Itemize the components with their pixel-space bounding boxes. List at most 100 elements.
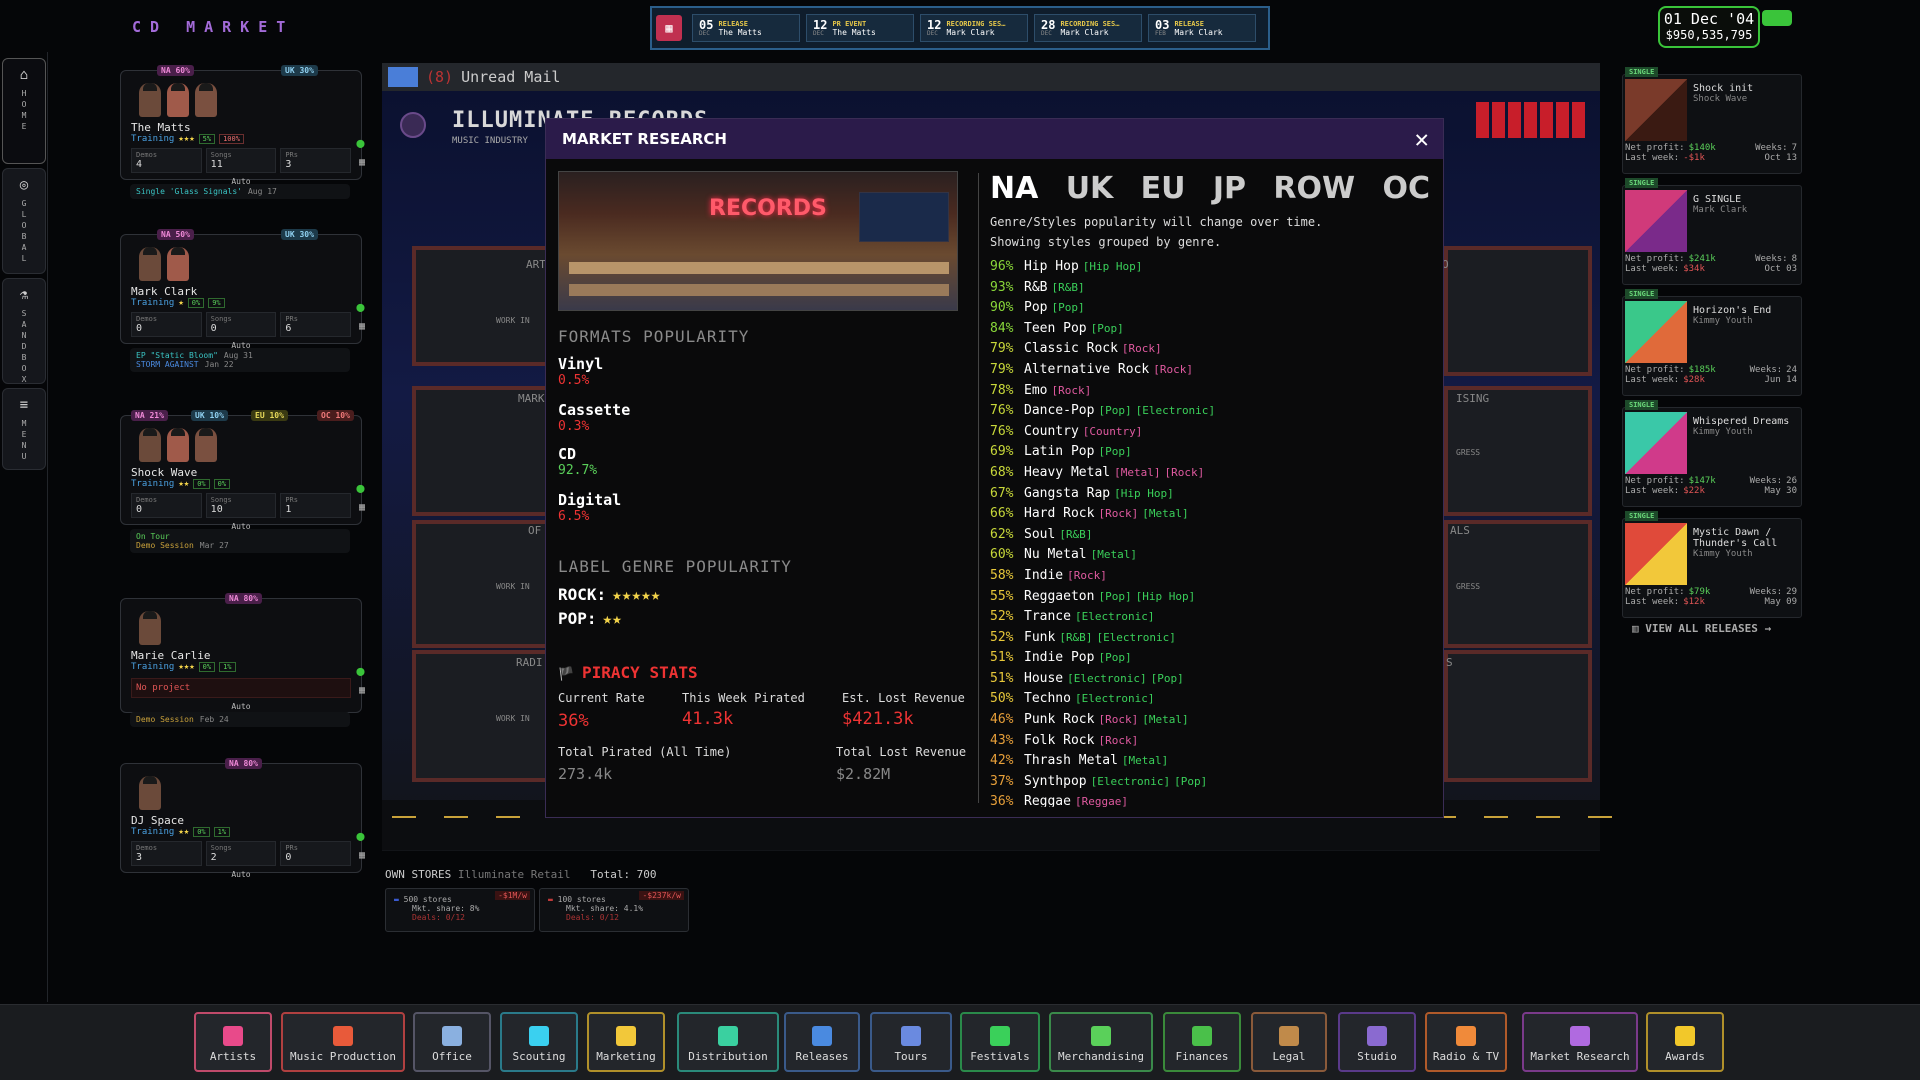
region-tab-oc[interactable]: OC xyxy=(1382,171,1430,206)
activity-text: STORM AGAINST xyxy=(136,360,199,369)
style-name: Indie Pop xyxy=(1024,650,1095,666)
weeks: 26 xyxy=(1786,476,1797,486)
store-deals: Deals: 0/12 xyxy=(566,913,619,922)
own-stores-total: Total: 700 xyxy=(590,868,657,881)
nav-menu[interactable]: ≡ MENU xyxy=(2,388,46,470)
office-room[interactable] xyxy=(1444,650,1592,782)
office-room[interactable] xyxy=(412,520,560,648)
advance-time-icon[interactable] xyxy=(1762,10,1792,26)
floor-label: ISING xyxy=(1456,392,1490,405)
artist-card[interactable]: NA 21% UK 10% EU 10% OC 10% Shock Wave Traini… xyxy=(120,410,365,531)
toolbar-music-production-button[interactable]: Music Production xyxy=(281,1012,405,1072)
genre-tag: [Rock] xyxy=(1051,384,1091,397)
auto-toggle[interactable]: Auto xyxy=(131,870,351,879)
date-money-box[interactable]: 01 Dec '04 $950,535,795 xyxy=(1658,6,1760,48)
release-card[interactable]: SINGLE G SINGLE Mark Clark Net profit: $241k… xyxy=(1622,178,1802,285)
style-row: 51% Indie Pop [Pop] xyxy=(990,650,1430,671)
bracket: ] xyxy=(1084,383,1092,397)
genre-name: POP: xyxy=(558,609,597,628)
toolbar-merchandising-button[interactable]: Merchandising xyxy=(1049,1012,1153,1072)
toolbar-scouting-button[interactable]: Scouting xyxy=(500,1012,578,1072)
mail-bar[interactable]: (8) Unread Mail xyxy=(382,63,1600,91)
release-card[interactable]: SINGLE Shock init Shock Wave Net profit: $14… xyxy=(1622,67,1802,174)
event-item[interactable]: 12 DEC PR EVENT The Matts xyxy=(806,14,914,42)
nav-sandbox[interactable]: ⚗ SANDBOX xyxy=(2,278,46,386)
last-week: -$1k xyxy=(1683,153,1705,163)
nav-global[interactable]: ◎ GLOBAL xyxy=(2,168,46,274)
net-profit: $185k xyxy=(1688,365,1716,375)
calendar-icon[interactable]: ▦ xyxy=(359,850,365,861)
toolbar-awards-button[interactable]: Awards xyxy=(1646,1012,1724,1072)
auto-toggle[interactable]: Auto xyxy=(131,702,351,711)
region-tab-na[interactable]: NA xyxy=(990,171,1038,206)
toolbar-artists-button[interactable]: Artists xyxy=(194,1012,272,1072)
genre-tag: [Electronic] xyxy=(1075,692,1154,705)
toolbar-office-button[interactable]: Office xyxy=(413,1012,491,1072)
toolbar-legal-button[interactable]: Legal xyxy=(1251,1012,1327,1072)
toolbar-marketing-button[interactable]: Marketing xyxy=(587,1012,665,1072)
member-avatars xyxy=(131,770,351,812)
pin-icon[interactable]: ⬤ xyxy=(356,303,365,312)
office-room[interactable] xyxy=(412,386,560,516)
artist-card[interactable]: NA 50% UK 30% Mark Clark Training ★ 0% 9% Demos… xyxy=(120,229,365,350)
event-item[interactable]: 28 DEC RECORDING SES… Mark Clark xyxy=(1034,14,1142,42)
toolbar-radio-tv-button[interactable]: Radio & TV xyxy=(1425,1012,1507,1072)
artist-card[interactable]: NA 80% DJ Space Training ★★ 0% 1% Demos 3 Songs 2… xyxy=(120,758,365,879)
style-percent: 69% xyxy=(990,444,1014,460)
region-tab-jp[interactable]: JP xyxy=(1213,171,1246,206)
genre-tag-text: R&B xyxy=(1065,527,1086,541)
toolbar-releases-button[interactable]: Releases xyxy=(784,1012,860,1072)
artist-card[interactable]: NA 80% Marie Carlie Training ★★★ 0% 1% No proj… xyxy=(120,593,365,713)
release-card[interactable]: SINGLE Horizon's End Kimmy Youth Net profit… xyxy=(1622,289,1802,396)
region-tag: NA 80% xyxy=(225,593,262,604)
chart-icon: ▥ xyxy=(1632,622,1646,635)
net-profit: $241k xyxy=(1688,254,1716,264)
toolbar-tours-button[interactable]: Tours xyxy=(870,1012,952,1072)
toolbar-finances-button[interactable]: Finances xyxy=(1163,1012,1241,1072)
pin-icon[interactable]: ⬤ xyxy=(356,832,365,841)
toolbar-market-research-button[interactable]: Market Research xyxy=(1522,1012,1638,1072)
nav-label: SANDBOX xyxy=(19,309,29,386)
event-timeline[interactable]: ▦ 05 DEC RELEASE The Matts 12 DEC PR EVENT The … xyxy=(650,6,1270,50)
calendar-icon[interactable]: ▦ xyxy=(359,157,365,168)
sandbox-icon: ⚗ xyxy=(19,287,29,303)
store-card[interactable]: ▬ 500 stores -$1M/w Mkt. share: 8% Deals: 0… xyxy=(385,888,535,932)
artist-card[interactable]: NA 60% UK 30% The Matts Training ★★★ 5% 100% De… xyxy=(120,65,365,186)
nav-home[interactable]: ⌂ HOME xyxy=(2,58,46,164)
activity-date: Aug 17 xyxy=(247,187,277,196)
bracket: [ xyxy=(1074,795,1082,807)
calendar-icon[interactable]: ▦ xyxy=(359,502,365,513)
region-tab-eu[interactable]: EU xyxy=(1141,171,1186,206)
format-name: Digital xyxy=(558,491,622,509)
release-card[interactable]: SINGLE Whispered Dreams Kimmy Youth Net pro… xyxy=(1622,400,1802,507)
release-type-badge: SINGLE xyxy=(1625,178,1659,188)
event-info: PR EVENT The Matts xyxy=(832,20,875,37)
toolbar-studio-button[interactable]: Studio xyxy=(1338,1012,1416,1072)
genre-tag: [Pop] xyxy=(1151,672,1184,685)
event-item[interactable]: 12 DEC RECORDING SES… Mark Clark xyxy=(920,14,1028,42)
pin-icon[interactable]: ⬤ xyxy=(356,667,365,676)
genre-tag: [Metal] xyxy=(1142,507,1188,520)
release-card[interactable]: SINGLE Mystic Dawn / Thunder's Call Kimmy … xyxy=(1622,511,1802,618)
event-item[interactable]: 03 FEB RELEASE Mark Clark xyxy=(1148,14,1256,42)
view-all-releases-button[interactable]: ▥ VIEW ALL RELEASES → xyxy=(1632,622,1771,635)
hq-subtitle: MUSIC INDUSTRY xyxy=(452,136,528,146)
event-item[interactable]: 05 DEC RELEASE The Matts xyxy=(692,14,800,42)
floor-label: OF xyxy=(528,524,542,537)
weeks-label: Weeks: xyxy=(1749,587,1783,597)
calendar-icon[interactable]: ▦ xyxy=(359,685,365,696)
calendar-icon[interactable]: ▦ xyxy=(656,15,682,41)
calendar-icon[interactable]: ▦ xyxy=(359,321,365,332)
style-percent: 79% xyxy=(990,341,1014,357)
region-tab-uk[interactable]: UK xyxy=(1066,171,1114,206)
toolbar-festivals-button[interactable]: Festivals xyxy=(960,1012,1040,1072)
close-icon[interactable]: ✕ xyxy=(1415,125,1429,153)
store-card[interactable]: ▬ 100 stores -$237k/w Mkt. share: 4.1% Deal… xyxy=(539,888,689,932)
pin-icon[interactable]: ⬤ xyxy=(356,484,365,493)
office-room[interactable] xyxy=(1444,246,1592,376)
region-tab-row[interactable]: ROW xyxy=(1273,171,1355,206)
event-date: 05 DEC xyxy=(699,19,713,37)
pin-icon[interactable]: ⬤ xyxy=(356,139,365,148)
office-room[interactable] xyxy=(412,650,560,782)
toolbar-distribution-button[interactable]: Distribution xyxy=(677,1012,779,1072)
